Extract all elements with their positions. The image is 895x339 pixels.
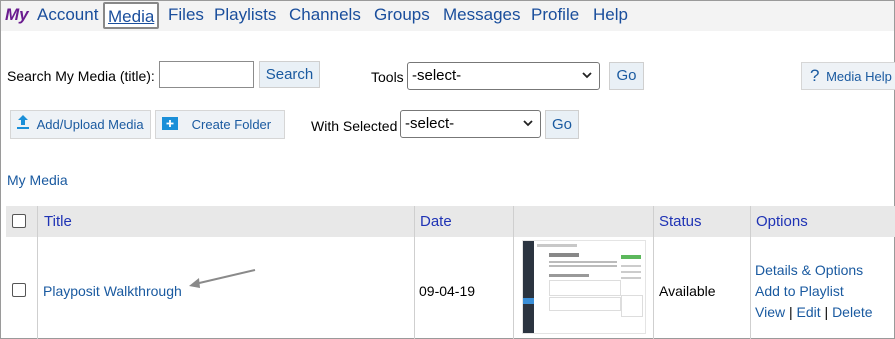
column-divider <box>414 206 415 339</box>
add-upload-media-button[interactable]: Add/Upload Media <box>10 110 151 139</box>
media-title-link[interactable]: Playposit Walkthrough <box>43 283 182 299</box>
nav-media-label[interactable]: Media <box>108 7 154 26</box>
tools-go-button[interactable]: Go <box>609 62 644 90</box>
help-icon: ? <box>810 66 820 85</box>
top-nav: My Account Media Files Playlists Channel… <box>1 1 894 31</box>
column-date[interactable]: Date <box>420 206 452 237</box>
nav-media[interactable]: Media <box>103 2 160 29</box>
with-selected-value: -select- <box>405 115 455 132</box>
separator: | <box>788 304 793 320</box>
nav-files[interactable]: Files <box>168 5 204 25</box>
separator: | <box>824 304 829 320</box>
nav-messages[interactable]: Messages <box>443 5 520 25</box>
media-status: Available <box>659 283 716 299</box>
details-options-link[interactable]: Details & Options <box>755 262 863 278</box>
folder-plus-icon <box>162 112 178 139</box>
add-to-playlist-link[interactable]: Add to Playlist <box>755 283 844 299</box>
media-help-label: Media Help <box>826 69 892 84</box>
create-folder-button[interactable]: Create Folder <box>155 110 285 139</box>
nav-playlists[interactable]: Playlists <box>214 5 276 25</box>
edit-link[interactable]: Edit <box>797 304 821 320</box>
nav-channels[interactable]: Channels <box>289 5 361 25</box>
select-all-checkbox[interactable] <box>12 214 26 228</box>
search-button[interactable]: Search <box>259 61 320 88</box>
media-help-button[interactable]: ? Media Help <box>801 62 895 90</box>
nav-groups[interactable]: Groups <box>374 5 430 25</box>
with-selected-go-button[interactable]: Go <box>545 110 579 139</box>
column-status[interactable]: Status <box>659 206 702 237</box>
chevron-down-icon <box>581 63 593 98</box>
upload-icon <box>16 112 30 139</box>
section-title: My Media <box>7 172 68 188</box>
nav-help[interactable]: Help <box>593 5 628 25</box>
create-folder-label: Create Folder <box>191 117 272 132</box>
nav-profile[interactable]: Profile <box>531 5 579 25</box>
brand-my: My <box>5 5 29 24</box>
search-input[interactable] <box>159 61 254 88</box>
column-divider <box>653 206 654 339</box>
with-selected-select[interactable]: -select- <box>400 110 541 138</box>
row-actions: View | Edit | Delete <box>755 304 873 320</box>
row-checkbox[interactable] <box>12 283 26 297</box>
tools-label: Tools <box>371 69 404 85</box>
column-options: Options <box>756 213 808 230</box>
chevron-down-icon <box>522 111 534 146</box>
delete-link[interactable]: Delete <box>832 304 872 320</box>
column-divider <box>750 206 751 339</box>
with-selected-label: With Selected <box>311 118 398 134</box>
tools-select[interactable]: -select- <box>407 62 600 90</box>
column-divider <box>513 206 514 339</box>
search-label: Search My Media (title): <box>7 68 155 84</box>
media-thumbnail[interactable] <box>522 240 646 334</box>
view-link[interactable]: View <box>755 304 785 320</box>
tools-select-value: -select- <box>412 67 462 84</box>
add-upload-media-label: Add/Upload Media <box>36 117 144 132</box>
annotation-arrow <box>185 266 260 295</box>
column-divider <box>37 206 38 339</box>
nav-account[interactable]: Account <box>37 5 98 25</box>
media-date: 09-04-19 <box>419 283 476 299</box>
column-title[interactable]: Title <box>44 206 72 237</box>
